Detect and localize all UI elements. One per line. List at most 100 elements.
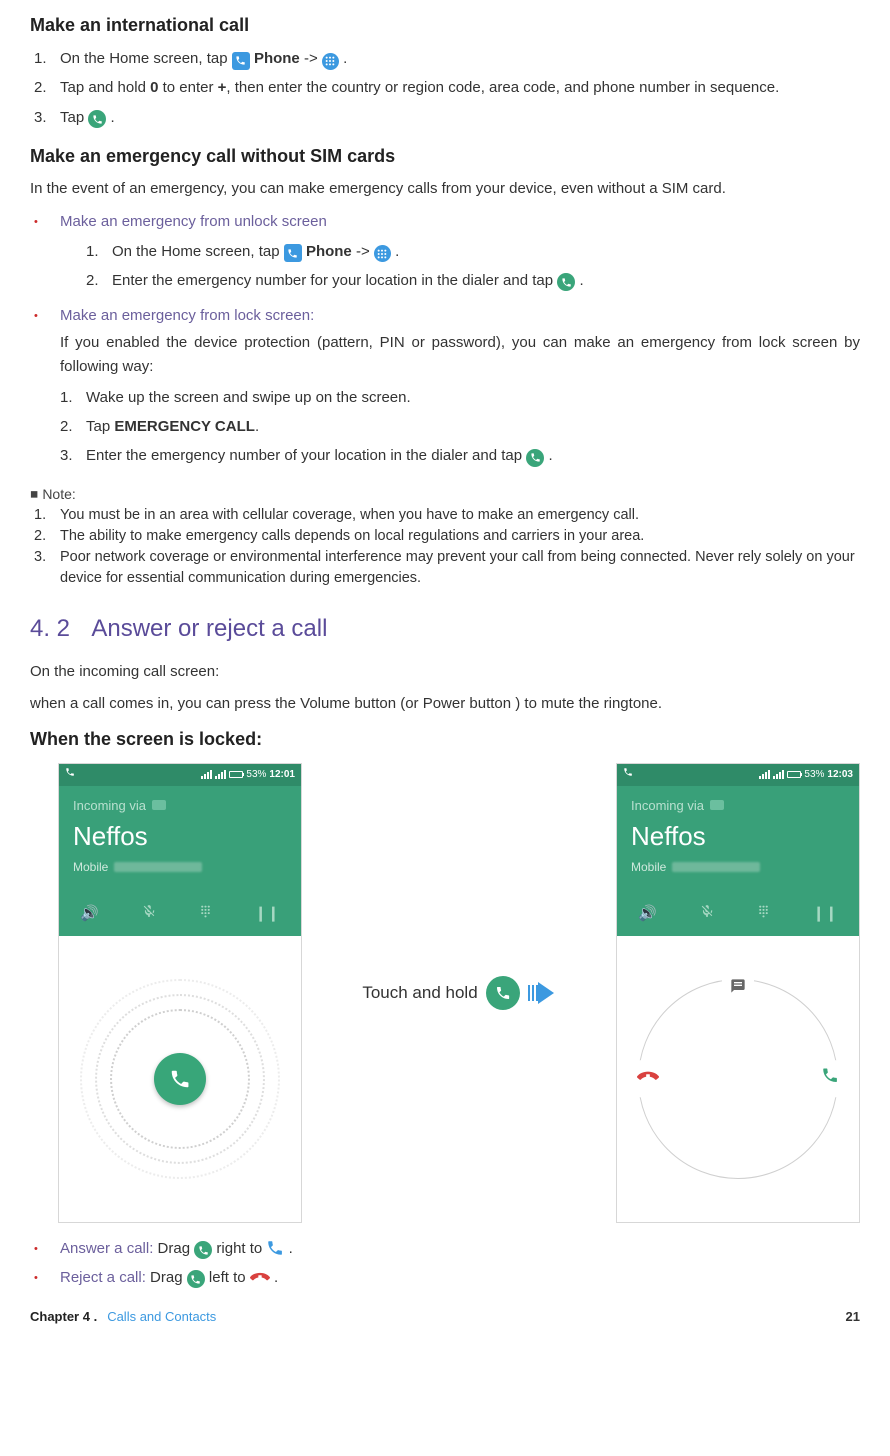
phone-app-icon (284, 244, 302, 262)
phone-app-icon (232, 52, 250, 70)
battery-icon (229, 771, 243, 778)
footer-page-number: 21 (846, 1307, 860, 1327)
note-label: Note: (42, 484, 75, 505)
phone-screenshot-before: 53% 12:01 Incoming via Neffos Mobile 🔊 ❙… (58, 763, 302, 1223)
emergency-heading: Make an emergency call without SIM cards (30, 143, 860, 170)
phone-status-icon (65, 767, 75, 782)
step-text: . (548, 447, 552, 464)
note-icon: ◼ (30, 487, 38, 502)
incoming-call-header: Incoming via Neffos Mobile 🔊 ❙❙ (59, 786, 301, 936)
bullet-icon: • (34, 1237, 60, 1260)
list-number: 3. (34, 106, 60, 129)
step-text: Drag (153, 1240, 194, 1257)
note-text: The ability to make emergency calls depe… (60, 526, 644, 547)
touch-hold-instruction: Touch and hold (312, 976, 606, 1010)
sim-icon (710, 800, 724, 810)
step-text: Tap (86, 418, 114, 435)
incoming-call-header: Incoming via Neffos Mobile 🔊 ❙❙ (617, 786, 859, 936)
speaker-icon: 🔊 (80, 903, 99, 926)
step-text: . (274, 1269, 278, 1286)
carrier-label: Mobile (631, 858, 666, 876)
dialpad-icon (322, 53, 339, 70)
figure-row: 53% 12:01 Incoming via Neffos Mobile 🔊 ❙… (58, 763, 860, 1223)
hold-icon: ❙❙ (812, 903, 837, 926)
locked-screen-heading: When the screen is locked: (30, 726, 860, 753)
phone-label: Phone (306, 243, 352, 260)
speaker-icon: 🔊 (638, 903, 657, 926)
call-button-icon (526, 449, 544, 467)
section-4-2-heading: 4. 2 Answer or reject a call (30, 611, 860, 647)
note-text: Poor network coverage or environmental i… (60, 547, 860, 589)
step-text: . (343, 50, 347, 67)
blurred-number (114, 862, 202, 872)
status-time: 12:03 (827, 767, 853, 782)
step-text: Wake up the screen and swipe up on the s… (86, 386, 860, 409)
step-text: On the Home screen, tap (112, 243, 284, 260)
list-number: 2. (34, 76, 60, 99)
step-text: Enter the emergency number for your loca… (112, 272, 557, 289)
message-icon[interactable] (722, 978, 754, 1000)
step-text: , then enter the country or region code,… (226, 79, 779, 96)
list-number: 1. (60, 386, 86, 409)
section-number: 4. 2 (30, 611, 86, 647)
lock-screen-intro: If you enabled the device protection (pa… (60, 331, 860, 378)
sim-icon (152, 800, 166, 810)
lock-screen-label: Make an emergency from lock screen: (60, 307, 314, 324)
answer-call-label: Answer a call: (60, 1240, 153, 1257)
status-time: 12:01 (269, 767, 295, 782)
dialpad-icon (757, 903, 770, 926)
decline-icon[interactable] (637, 1060, 659, 1098)
step-text: Drag (146, 1269, 187, 1286)
call-button-icon (557, 273, 575, 291)
step-text: left to (209, 1269, 250, 1286)
answer-p2: when a call comes in, you can press the … (30, 693, 860, 716)
status-bar: 53% 12:03 (617, 764, 859, 786)
mute-icon (142, 903, 156, 926)
status-bar: 53% 12:01 (59, 764, 301, 786)
emergency-call-label: EMERGENCY CALL (114, 418, 255, 435)
call-button-icon (88, 110, 106, 128)
list-number: 2. (34, 526, 60, 547)
call-button-icon (187, 1270, 205, 1288)
battery-icon (787, 771, 801, 778)
dialpad-icon (199, 903, 212, 926)
step-text: Tap (60, 109, 88, 126)
step-text: . (579, 272, 583, 289)
caller-name: Neffos (73, 817, 287, 856)
phone-label: Phone (254, 50, 300, 67)
decline-icon (250, 1269, 274, 1286)
step-text: . (255, 418, 259, 435)
list-number: 2. (60, 415, 86, 438)
step-text: -> (304, 50, 322, 67)
answer-ring-options (638, 979, 838, 1179)
step-text: right to (216, 1240, 266, 1257)
list-number: 1. (34, 505, 60, 526)
answer-p1: On the incoming call screen: (30, 661, 860, 684)
bullet-icon: • (34, 304, 60, 474)
phone-status-icon (623, 767, 633, 782)
call-button-icon (486, 976, 520, 1010)
battery-percent: 53% (804, 767, 824, 782)
answer-ring-pulse (70, 969, 290, 1189)
step-text: -> (356, 243, 374, 260)
hold-icon: ❙❙ (254, 903, 279, 926)
list-number: 2. (86, 269, 112, 292)
emergency-intro: In the event of an emergency, you can ma… (30, 178, 860, 201)
incoming-via-label: Incoming via (631, 796, 704, 816)
list-number: 3. (60, 444, 86, 467)
step-text: On the Home screen, tap (60, 50, 232, 67)
step-text: . (289, 1240, 293, 1257)
caller-name: Neffos (631, 817, 845, 856)
signal-icon (773, 770, 784, 779)
reject-call-label: Reject a call: (60, 1269, 146, 1286)
battery-percent: 53% (246, 767, 266, 782)
dialpad-icon (374, 245, 391, 262)
blurred-number (672, 862, 760, 872)
carrier-label: Mobile (73, 858, 108, 876)
arrow-right-icon (528, 982, 556, 1004)
section-title: Answer or reject a call (91, 615, 327, 642)
accept-icon[interactable] (821, 1060, 839, 1098)
incoming-via-label: Incoming via (73, 796, 146, 816)
accept-icon (266, 1240, 288, 1257)
step-text: to enter (158, 79, 217, 96)
